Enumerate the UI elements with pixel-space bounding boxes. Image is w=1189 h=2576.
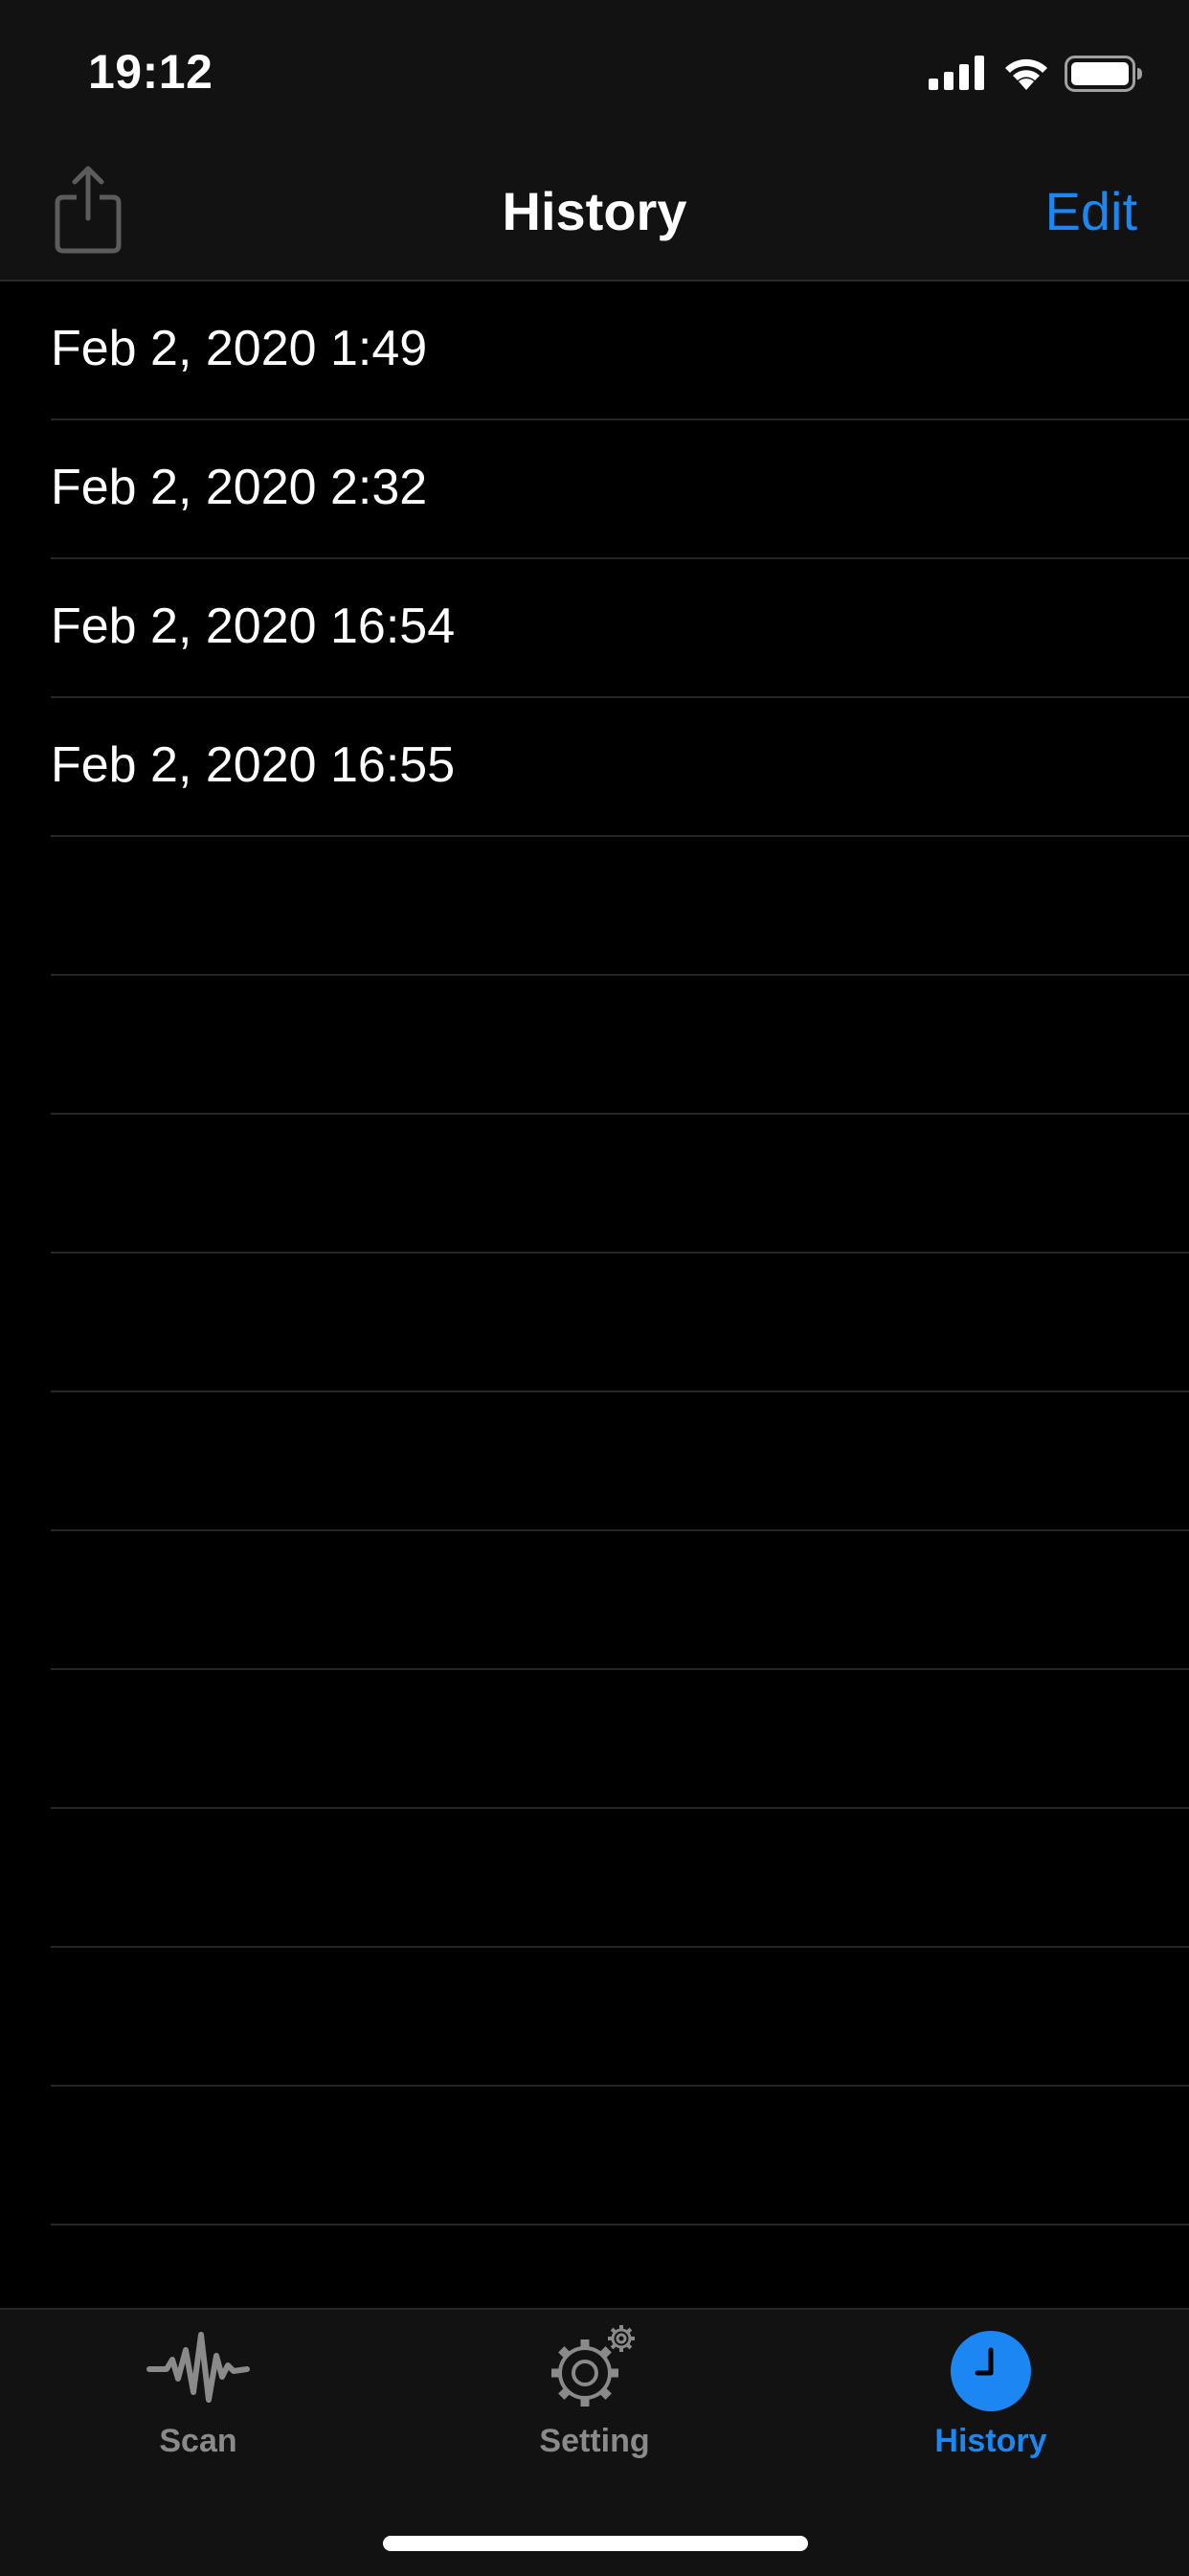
- history-row-label: Feb 2, 2020 16:54: [51, 599, 456, 654]
- wifi-icon: [1005, 58, 1047, 90]
- tab-history[interactable]: History: [793, 2310, 1189, 2501]
- empty-row: [51, 1392, 1189, 1531]
- history-row[interactable]: Feb 2, 2020 16:54: [51, 559, 1189, 698]
- status-bar: 19:12: [0, 0, 1189, 144]
- waveform-icon: [146, 2332, 250, 2403]
- gear-icon: [551, 2325, 635, 2407]
- history-row-label: Feb 2, 2020 1:49: [51, 321, 428, 376]
- page-title: History: [502, 181, 687, 241]
- clock-icon: [951, 2331, 1031, 2411]
- home-indicator[interactable]: [383, 2536, 808, 2551]
- empty-row: [51, 1809, 1189, 1948]
- history-row[interactable]: Feb 2, 2020 2:32: [51, 420, 1189, 559]
- history-row[interactable]: Feb 2, 2020 1:49: [51, 282, 1189, 420]
- navigation-bar: History Edit: [0, 144, 1189, 282]
- history-list: Feb 2, 2020 1:49 Feb 2, 2020 2:32 Feb 2,…: [0, 282, 1189, 2308]
- history-row[interactable]: Feb 2, 2020 16:55: [51, 698, 1189, 837]
- empty-row: [51, 1948, 1189, 2087]
- tab-history-label: History: [934, 2423, 1047, 2459]
- edit-button[interactable]: Edit: [1045, 180, 1138, 242]
- tab-scan-label: Scan: [159, 2423, 237, 2459]
- tab-setting-label: Setting: [539, 2423, 650, 2459]
- empty-row: [51, 1254, 1189, 1392]
- battery-icon: [1065, 56, 1142, 92]
- empty-row: [51, 1115, 1189, 1254]
- tab-bar: Scan Setting History: [0, 2308, 1189, 2576]
- tab-scan[interactable]: Scan: [0, 2310, 396, 2501]
- history-row-label: Feb 2, 2020 16:55: [51, 737, 456, 793]
- empty-row: [51, 837, 1189, 976]
- cellular-signal-icon: [929, 56, 984, 90]
- history-row-label: Feb 2, 2020 2:32: [51, 460, 428, 515]
- empty-row: [51, 976, 1189, 1115]
- empty-row: [51, 1531, 1189, 1670]
- empty-row: [51, 2087, 1189, 2226]
- empty-row: [51, 1670, 1189, 1809]
- tab-setting[interactable]: Setting: [396, 2310, 793, 2501]
- status-time: 19:12: [88, 45, 213, 99]
